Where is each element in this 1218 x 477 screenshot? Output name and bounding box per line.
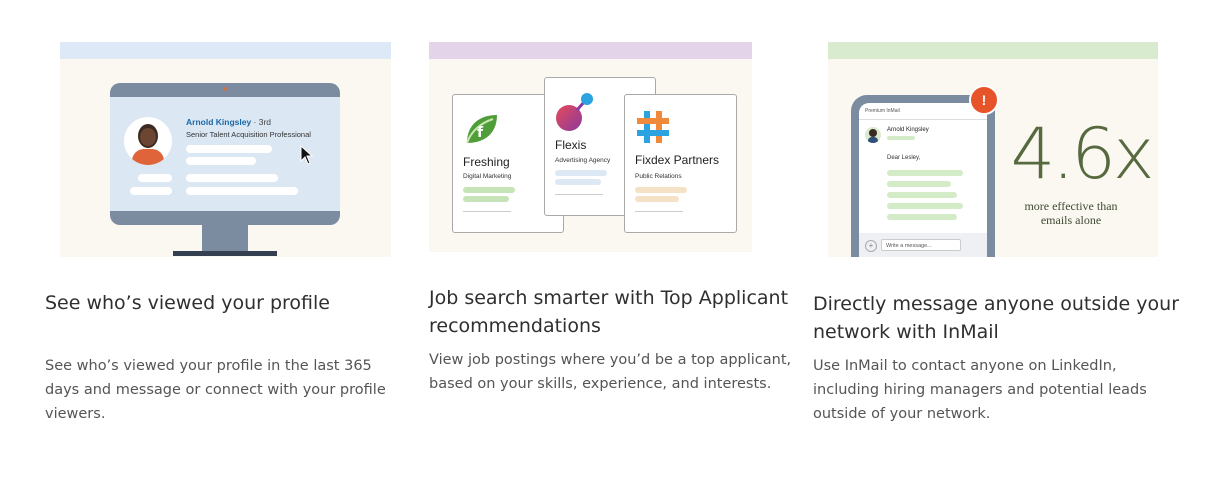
phone-icon: Premium InMail Arnold Kingsley Dear Lesl… <box>851 95 995 257</box>
sender-name: Arnold Kingsley <box>887 127 929 133</box>
top-applicant-illustration: f Freshing Digital Marketing Flexis Adve… <box>429 42 752 252</box>
feature-heading: Directly message anyone outside your net… <box>813 293 1180 343</box>
illustration-band <box>60 42 391 59</box>
company-industry: Public Relations <box>635 173 682 180</box>
profile-viewers-illustration: Arnold Kingsley · 3rd Senior Talent Acqu… <box>60 42 391 257</box>
company-industry: Advertising Agency <box>555 157 611 164</box>
greeting: Dear Lesley, <box>887 155 921 161</box>
illustration-band <box>429 42 752 59</box>
viewer-degree: · 3rd <box>251 117 272 127</box>
viewer-name[interactable]: Arnold Kingsley <box>186 117 251 127</box>
feature-heading: Job search smarter with Top Applicant re… <box>429 287 789 337</box>
avatar <box>865 127 881 143</box>
feature-description: Use InMail to contact anyone on LinkedIn… <box>813 358 1147 422</box>
viewer-title: Senior Talent Acquisition Professional <box>186 130 311 139</box>
company-card-fixdex[interactable]: Fixdex Partners Public Relations <box>624 94 737 233</box>
company-name: Flexis <box>555 138 587 152</box>
flexis-logo-icon <box>556 93 593 131</box>
compose-input[interactable]: Write a message... <box>881 239 961 251</box>
company-name: Fixdex Partners <box>635 153 720 167</box>
inmail-illustration: Premium InMail Arnold Kingsley Dear Lesl… <box>828 42 1158 257</box>
company-name: Freshing <box>463 155 510 169</box>
feature-description: View job postings where you’d be a top a… <box>429 352 792 392</box>
company-industry: Digital Marketing <box>463 173 512 180</box>
cursor-icon <box>300 145 314 165</box>
stat-value: 4.6x <box>1010 113 1155 195</box>
svg-text:f: f <box>477 125 484 141</box>
avatar <box>124 117 172 165</box>
add-attachment-icon[interactable]: + <box>865 240 877 252</box>
feature-description: See who’s viewed your profile in the las… <box>45 358 386 422</box>
fixdex-logo-icon <box>637 111 669 143</box>
illustration-band <box>828 42 1158 59</box>
stat-caption: more effective than emails alone <box>1024 199 1118 227</box>
freshing-logo-icon: f <box>466 115 497 144</box>
phone-header: Premium InMail <box>865 108 900 114</box>
notification-badge: ! <box>969 85 999 115</box>
feature-heading: See who’s viewed your profile <box>45 292 330 314</box>
monitor-icon: Arnold Kingsley · 3rd Senior Talent Acqu… <box>110 83 340 225</box>
